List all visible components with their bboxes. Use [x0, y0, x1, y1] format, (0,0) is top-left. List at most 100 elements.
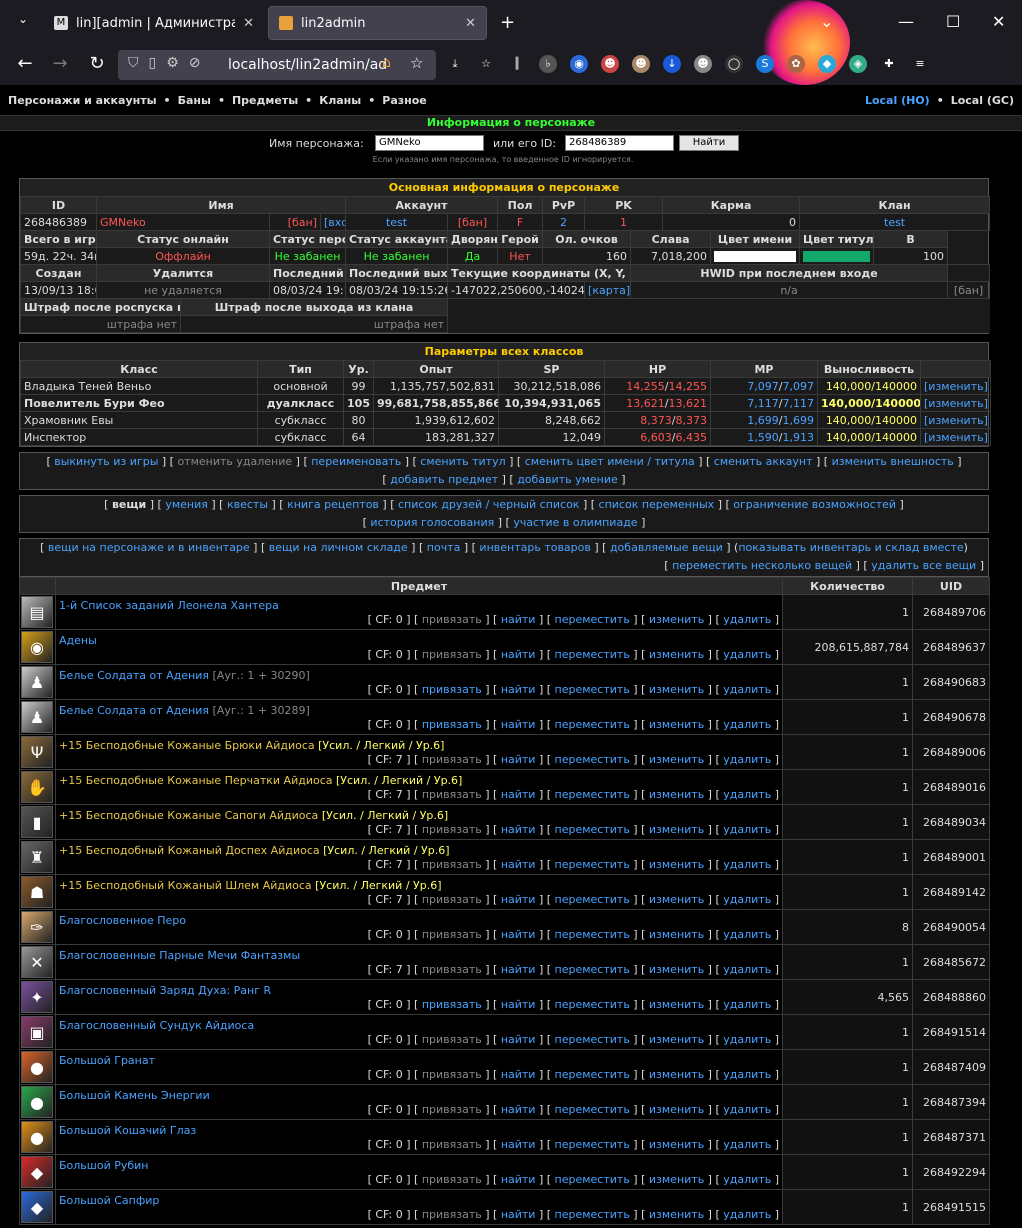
action-link[interactable]: изменить внешность — [832, 455, 954, 468]
download-icon[interactable]: ⤓ — [446, 55, 464, 73]
action-link[interactable]: инвентарь товаров — [479, 541, 590, 554]
extension-icon[interactable]: ◈ — [849, 55, 867, 73]
bind-link[interactable]: привязать — [422, 858, 482, 871]
nav-characters-accounts[interactable]: Персонажи и аккаунты — [8, 94, 157, 107]
bind-link[interactable]: привязать — [422, 1138, 482, 1151]
action-link[interactable]: вещи на личном складе — [269, 541, 408, 554]
maximize-icon[interactable]: ☐ — [946, 12, 960, 31]
delete-link[interactable]: удалить — [723, 1138, 771, 1151]
move-link[interactable]: переместить — [555, 683, 630, 696]
move-link[interactable]: переместить — [555, 1173, 630, 1186]
action-link[interactable]: ограничение возможностей — [733, 498, 896, 511]
item-name[interactable]: Белье Солдата от Адения — [59, 669, 209, 682]
action-link[interactable]: удалить все вещи — [871, 559, 976, 572]
action-link[interactable]: список друзей / черный список — [398, 498, 579, 511]
find-link[interactable]: найти — [501, 1173, 536, 1186]
edit-link[interactable]: изменить — [649, 683, 704, 696]
move-link[interactable]: переместить — [555, 718, 630, 731]
delete-link[interactable]: удалить — [723, 998, 771, 1011]
action-link[interactable]: переименовать — [311, 455, 401, 468]
find-link[interactable]: найти — [501, 718, 536, 731]
action-link[interactable]: отменить удаление — [177, 455, 292, 468]
permissions-icon[interactable]: ⚙ — [166, 55, 179, 71]
edit-link[interactable]: изменить — [649, 1173, 704, 1186]
class-edit-link[interactable]: [изменить] — [920, 428, 991, 446]
extensions-puzzle-icon[interactable]: ✚ — [880, 55, 898, 73]
char-logins-link[interactable]: [входы] — [319, 213, 347, 231]
find-link[interactable]: найти — [501, 753, 536, 766]
move-link[interactable]: переместить — [555, 788, 630, 801]
item-name[interactable]: +15 Бесподобный Кожаный Шлем Айдиоса — [59, 879, 312, 892]
tab-lin2admin[interactable]: lin2admin ✕ — [268, 6, 487, 40]
bind-link[interactable]: привязать — [422, 1173, 482, 1186]
edit-link[interactable]: изменить — [649, 928, 704, 941]
find-link[interactable]: найти — [501, 998, 536, 1011]
server-local-ho[interactable]: Local (HO) — [865, 94, 930, 107]
tab-lin-admin[interactable]: M lin][admin | Администраторы ✕ — [44, 6, 264, 40]
class-edit-link[interactable]: [изменить] — [920, 377, 991, 395]
find-link[interactable]: найти — [501, 1138, 536, 1151]
minimize-icon[interactable]: — — [898, 12, 914, 31]
find-button[interactable]: Найти — [679, 135, 739, 151]
back-icon[interactable]: ← — [10, 53, 40, 74]
bookmark-star-icon[interactable]: ☆ — [410, 54, 423, 72]
action-link[interactable]: почта — [427, 541, 461, 554]
extension-icon[interactable]: ◉ — [570, 55, 588, 73]
edit-link[interactable]: изменить — [649, 893, 704, 906]
item-name[interactable]: +15 Бесподобные Кожаные Перчатки Айдиоса — [59, 774, 333, 787]
home-icon[interactable]: ⌂ — [382, 55, 391, 71]
forward-icon[interactable]: → — [45, 53, 75, 74]
action-link[interactable]: список переменных — [599, 498, 715, 511]
menu-icon[interactable]: ≡ — [911, 55, 929, 73]
item-name[interactable]: Большой Сапфир — [59, 1194, 159, 1207]
pocket-icon[interactable]: ☆ — [477, 55, 495, 73]
close-tab-icon[interactable]: ✕ — [465, 16, 476, 31]
find-link[interactable]: найти — [501, 963, 536, 976]
delete-link[interactable]: удалить — [723, 683, 771, 696]
nav-clans[interactable]: Кланы — [319, 94, 361, 107]
move-link[interactable]: переместить — [555, 963, 630, 976]
action-link[interactable]: добавить умение — [517, 473, 618, 486]
move-link[interactable]: переместить — [555, 1068, 630, 1081]
extension-icon[interactable]: ☻ — [694, 55, 712, 73]
action-link[interactable]: переместить несколько вещей — [672, 559, 852, 572]
edit-link[interactable]: изменить — [649, 1208, 704, 1221]
nav-bans[interactable]: Баны — [178, 94, 211, 107]
action-link[interactable]: умения — [165, 498, 208, 511]
edit-link[interactable]: изменить — [649, 1068, 704, 1081]
action-link[interactable]: сменить цвет имени / титула — [525, 455, 695, 468]
item-name[interactable]: Адены — [59, 634, 97, 647]
item-name[interactable]: Большой Гранат — [59, 1054, 155, 1067]
move-link[interactable]: переместить — [555, 753, 630, 766]
delete-link[interactable]: удалить — [723, 1173, 771, 1186]
move-link[interactable]: переместить — [555, 1138, 630, 1151]
bind-link[interactable]: привязать — [422, 788, 482, 801]
item-name[interactable]: 1-й Список заданий Леонела Хантера — [59, 599, 279, 612]
find-link[interactable]: найти — [501, 858, 536, 871]
item-name[interactable]: +15 Бесподобный Кожаный Доспех Айдиоса — [59, 844, 320, 857]
move-link[interactable]: переместить — [555, 823, 630, 836]
delete-link[interactable]: удалить — [723, 1068, 771, 1081]
account-link[interactable]: test — [345, 213, 449, 231]
delete-link[interactable]: удалить — [723, 753, 771, 766]
action-link[interactable]: выкинуть из игры — [54, 455, 158, 468]
item-name[interactable]: +15 Бесподобные Кожаные Сапоги Айдиоса — [59, 809, 318, 822]
bind-link[interactable]: привязать — [422, 683, 482, 696]
new-tab-icon[interactable]: + — [500, 12, 515, 33]
move-link[interactable]: переместить — [555, 893, 630, 906]
edit-link[interactable]: изменить — [649, 1103, 704, 1116]
delete-link[interactable]: удалить — [723, 823, 771, 836]
move-link[interactable]: переместить — [555, 648, 630, 661]
bind-link[interactable]: привязать — [422, 998, 482, 1011]
delete-link[interactable]: удалить — [723, 1208, 771, 1221]
action-link[interactable]: книга рецептов — [287, 498, 379, 511]
move-link[interactable]: переместить — [555, 1208, 630, 1221]
clan-link[interactable]: test — [799, 213, 991, 231]
item-name[interactable]: Благословенный Заряд Духа: Ранг R — [59, 984, 271, 997]
extension-icon[interactable]: ↓ — [663, 55, 681, 73]
find-link[interactable]: найти — [501, 928, 536, 941]
tab-list-icon[interactable]: ⌄ — [18, 12, 28, 26]
class-edit-link[interactable]: [изменить] — [920, 411, 991, 429]
find-link[interactable]: найти — [501, 788, 536, 801]
delete-link[interactable]: удалить — [723, 963, 771, 976]
